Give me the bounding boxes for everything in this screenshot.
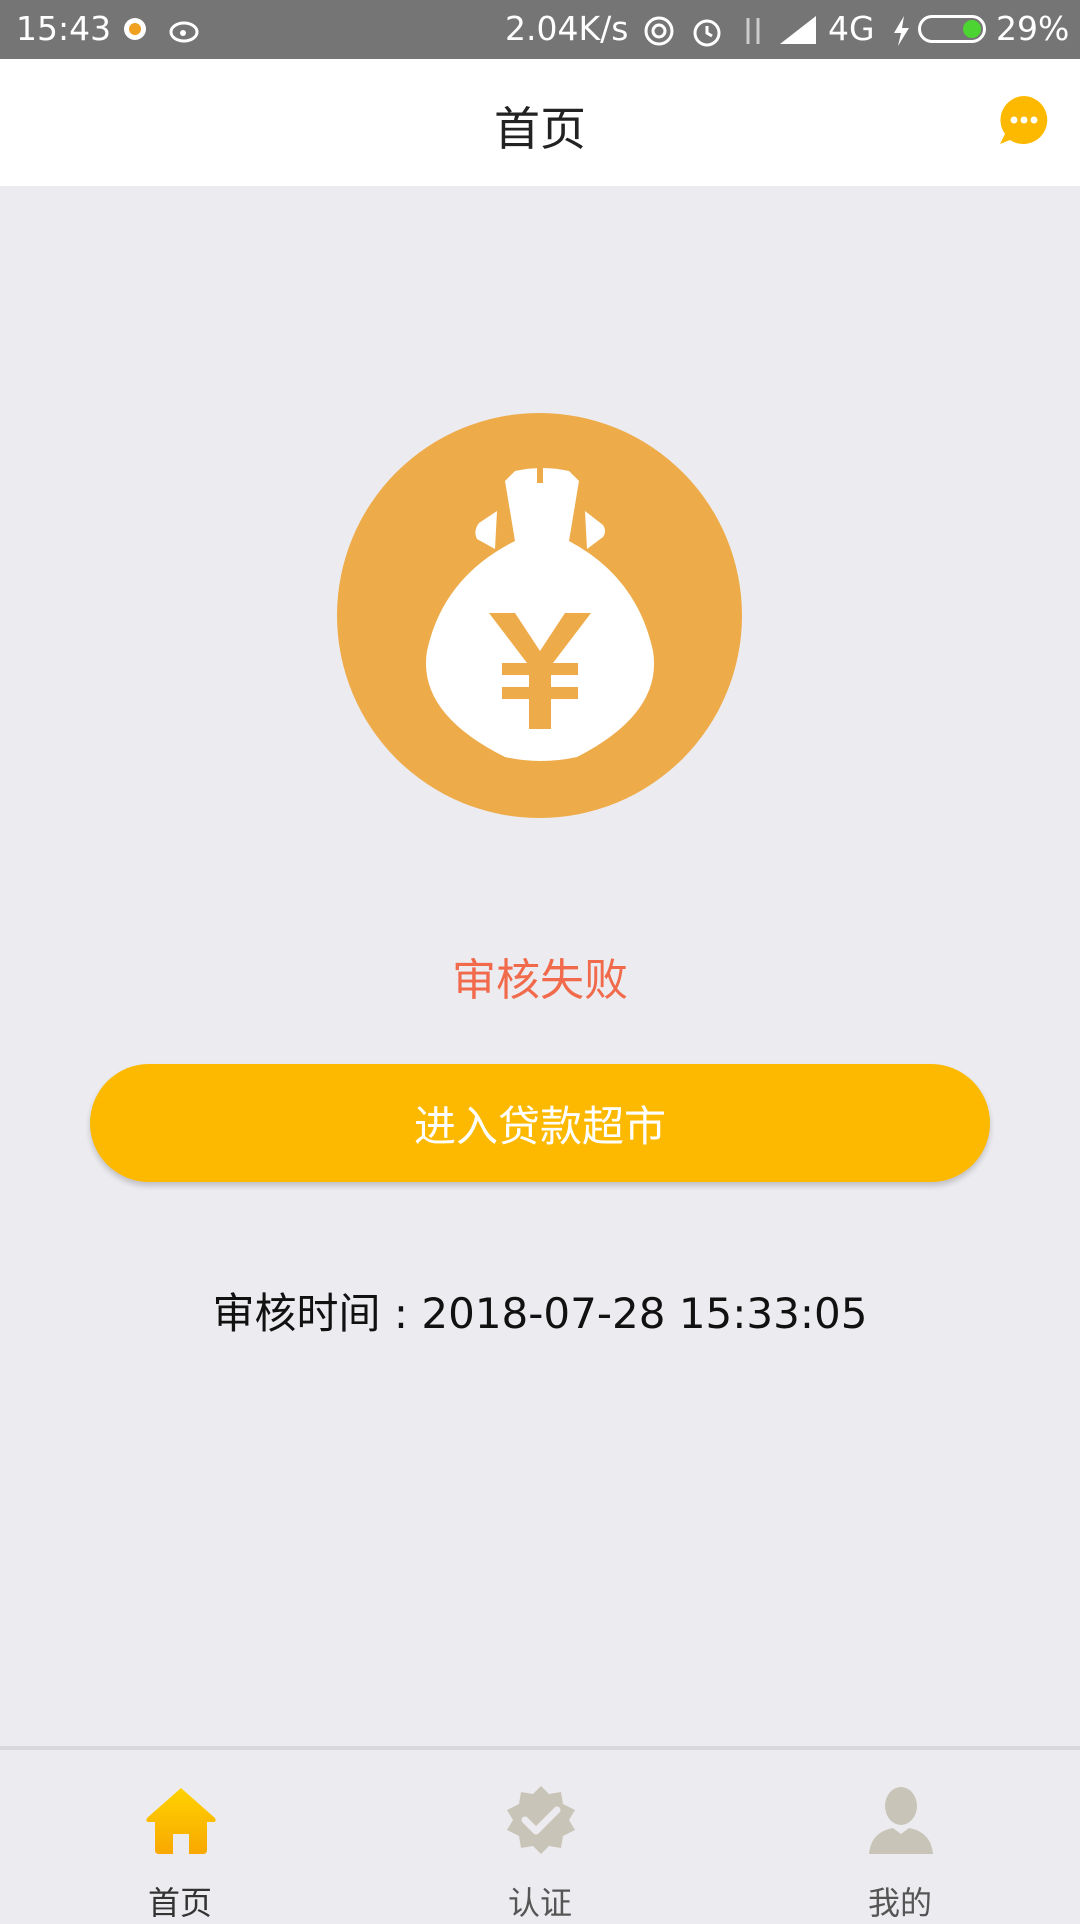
verified-badge-icon <box>507 1786 575 1854</box>
bottom-nav: 首页 认证 我的 <box>0 1746 1080 1922</box>
nav-item-verify[interactable]: 认证 <box>360 1750 720 1922</box>
review-status: 审核失败 <box>452 955 628 1006</box>
status-time: 15:43 <box>16 9 112 48</box>
weibo-icon <box>169 21 199 43</box>
app-header: 首页 <box>0 59 1080 186</box>
charging-icon <box>894 16 909 46</box>
loan-status-illustration <box>337 413 742 818</box>
page-title: 首页 <box>494 102 586 156</box>
user-icon <box>869 1787 933 1854</box>
money-bag-yen-icon <box>425 449 655 761</box>
nav-label-mine: 我的 <box>867 1884 932 1922</box>
hotspot-icon <box>644 16 674 46</box>
home-icon <box>146 1788 216 1854</box>
net-speed: 2.04K/s <box>505 9 629 48</box>
data-transfer-icon <box>746 18 760 44</box>
app-notification-icon <box>124 18 146 40</box>
status-bar: 15:43 2.04K/s 4G 29% <box>0 0 1080 59</box>
alarm-icon <box>693 19 721 47</box>
nav-item-mine[interactable]: 我的 <box>720 1750 1080 1922</box>
battery-level: 29% <box>996 9 1070 48</box>
signal-icon <box>780 16 816 44</box>
nav-label-home: 首页 <box>147 1884 212 1922</box>
enter-loan-market-button[interactable]: 进入贷款超市 <box>90 1064 990 1182</box>
chat-bubble-icon[interactable] <box>998 94 1050 146</box>
battery-icon <box>918 15 986 43</box>
nav-item-home[interactable]: 首页 <box>0 1750 360 1922</box>
nav-label-verify: 认证 <box>507 1884 572 1922</box>
review-time: 审核时间 : 2018-07-28 15:33:05 <box>212 1289 868 1338</box>
network-type: 4G <box>828 9 875 48</box>
